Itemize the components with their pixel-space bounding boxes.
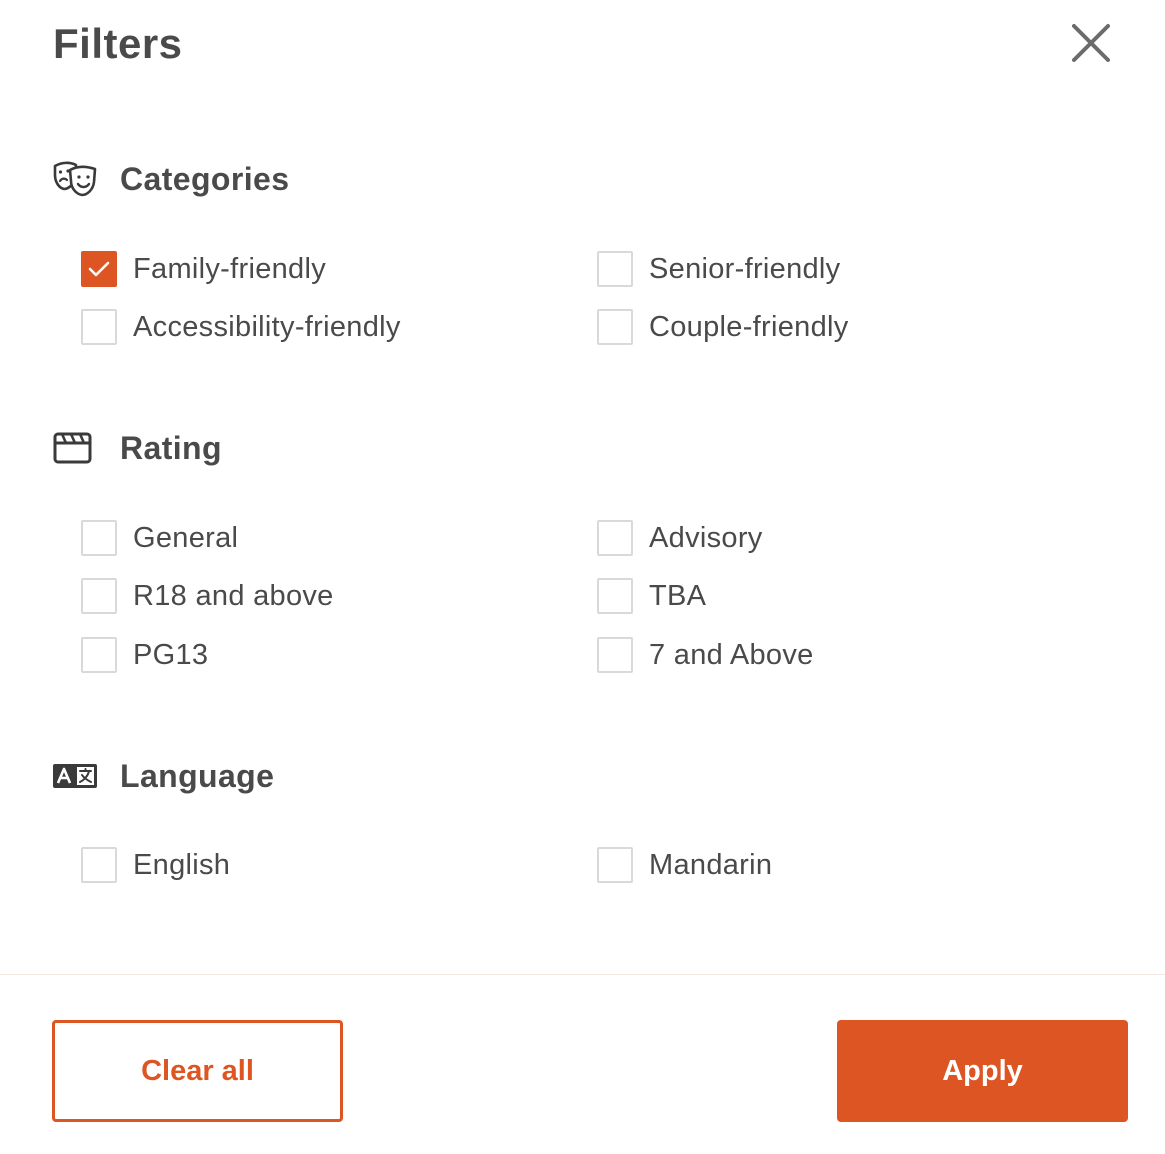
option-english[interactable]: English <box>81 845 230 885</box>
checkbox-family-friendly[interactable] <box>81 251 117 287</box>
checkbox-r18[interactable] <box>81 578 117 614</box>
option-label: Family-friendly <box>133 252 327 285</box>
option-label: English <box>133 848 231 881</box>
option-label: Advisory <box>649 521 763 554</box>
option-pg13[interactable]: PG13 <box>81 635 208 675</box>
language-title: Language <box>120 757 275 794</box>
checkbox-mandarin[interactable] <box>597 847 633 883</box>
checkbox-tba[interactable] <box>597 578 633 614</box>
option-7-and-above[interactable]: 7 and Above <box>597 635 814 675</box>
theater-masks-icon <box>52 159 98 199</box>
option-tba[interactable]: TBA <box>597 576 706 616</box>
footer-divider <box>0 974 1165 975</box>
checkbox-pg13[interactable] <box>81 637 117 673</box>
option-label: PG13 <box>133 638 209 671</box>
option-label: R18 and above <box>133 579 334 612</box>
option-label: General <box>133 521 239 554</box>
translate-icon <box>52 756 98 796</box>
option-r18[interactable]: R18 and above <box>81 576 334 616</box>
checkbox-couple-friendly[interactable] <box>597 309 633 345</box>
language-header: Language <box>52 752 274 800</box>
rating-title: Rating <box>120 429 222 466</box>
checkbox-senior-friendly[interactable] <box>597 251 633 287</box>
clapperboard-icon <box>52 428 98 468</box>
option-advisory[interactable]: Advisory <box>597 518 763 558</box>
close-icon[interactable] <box>1068 20 1114 66</box>
option-senior-friendly[interactable]: Senior-friendly <box>597 249 840 289</box>
checkbox-accessibility-friendly[interactable] <box>81 309 117 345</box>
checkmark-icon <box>88 261 110 277</box>
checkbox-english[interactable] <box>81 847 117 883</box>
checkbox-general[interactable] <box>81 520 117 556</box>
filters-dialog: Filters Categories Family-friendly Senio… <box>0 0 1165 1154</box>
clear-all-button[interactable]: Clear all <box>52 1020 343 1122</box>
categories-header: Categories <box>52 155 289 203</box>
option-label: Accessibility-friendly <box>133 310 401 343</box>
option-couple-friendly[interactable]: Couple-friendly <box>597 307 849 347</box>
option-mandarin[interactable]: Mandarin <box>597 845 772 885</box>
option-label: 7 and Above <box>649 638 814 671</box>
option-accessibility-friendly[interactable]: Accessibility-friendly <box>81 307 401 347</box>
close-button[interactable] <box>1068 20 1114 66</box>
option-label: Couple-friendly <box>649 310 849 343</box>
categories-title: Categories <box>120 160 290 197</box>
dialog-title: Filters <box>53 20 183 67</box>
apply-button[interactable]: Apply <box>837 1020 1128 1122</box>
option-family-friendly[interactable]: Family-friendly <box>81 249 326 289</box>
option-label: Senior-friendly <box>649 252 841 285</box>
checkbox-7-and-above[interactable] <box>597 637 633 673</box>
option-label: Mandarin <box>649 848 773 881</box>
option-label: TBA <box>649 579 707 612</box>
option-general[interactable]: General <box>81 518 238 558</box>
rating-header: Rating <box>52 424 222 472</box>
checkbox-advisory[interactable] <box>597 520 633 556</box>
